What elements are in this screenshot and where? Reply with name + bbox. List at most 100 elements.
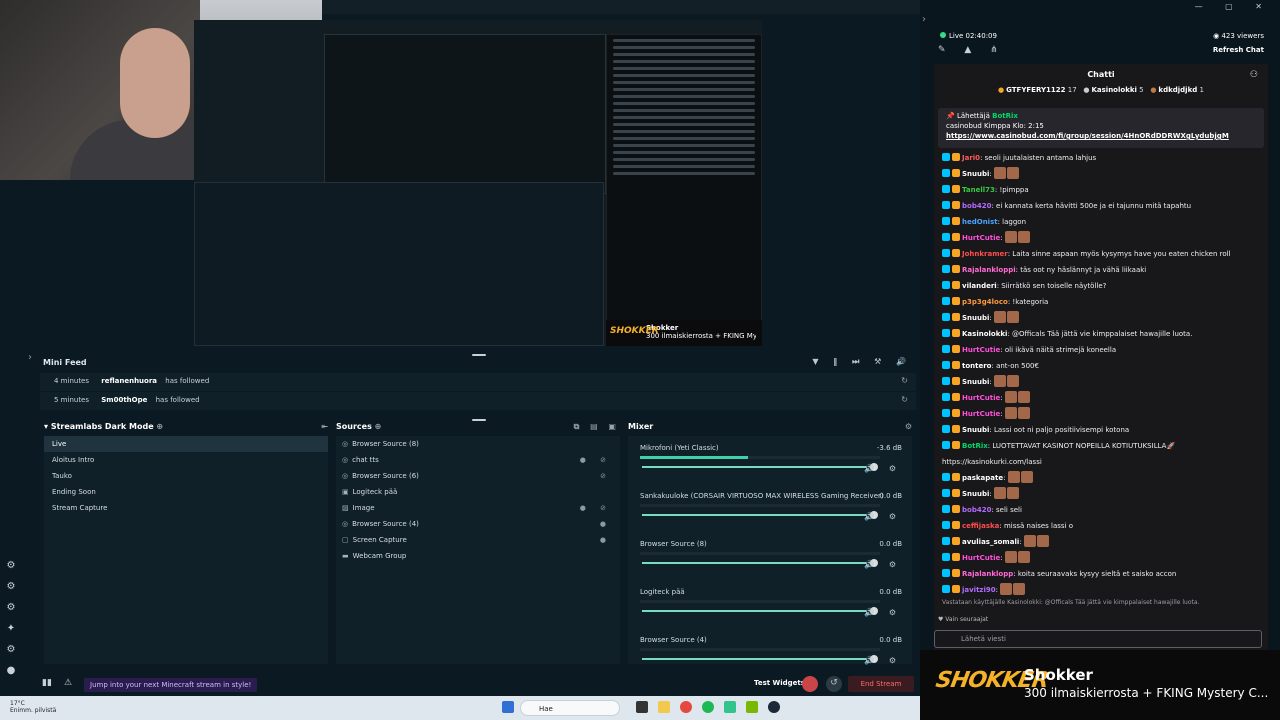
scene-item[interactable]: Live — [44, 436, 328, 452]
collapse-left-chevron-icon[interactable]: › — [28, 352, 32, 363]
chat-username[interactable]: HurtCutie — [962, 346, 1000, 354]
volume-slider[interactable] — [642, 511, 878, 519]
chat-username[interactable]: Jari0 — [962, 154, 980, 162]
chat-username[interactable]: HurtCutie — [962, 234, 1000, 242]
user-icon[interactable]: ● — [0, 665, 22, 676]
source-item[interactable]: ▬ Webcam Group — [336, 548, 620, 564]
nvidia-icon[interactable] — [746, 701, 758, 713]
alert-icon[interactable]: ⚠ — [64, 678, 72, 688]
lock-visibility-icons[interactable]: ● ⊘ — [580, 456, 612, 464]
pinned-link[interactable]: https://www.casinobud.com/fi/group/sessi… — [946, 132, 1256, 140]
source-tools-icon[interactable]: ⧉ ▤ ▣ — [574, 422, 620, 432]
chat-username[interactable]: tontero — [962, 362, 992, 370]
mute-settings-icons[interactable]: 🔊 ⚙ — [864, 656, 902, 665]
chat-username[interactable]: Snuubi — [962, 170, 989, 178]
mute-settings-icons[interactable]: 🔊 ⚙ — [864, 608, 902, 617]
source-item[interactable]: ▢ Screen Capture ● — [336, 532, 620, 548]
visibility-icon[interactable]: ⊘ — [600, 472, 612, 480]
chat-username[interactable]: Johnkramer — [962, 250, 1008, 258]
refresh-chat-button[interactable]: Refresh Chat — [1213, 46, 1264, 54]
source-item[interactable]: ◎ Browser Source (4) ● — [336, 516, 620, 532]
tool-icon-3[interactable]: ⚙ — [0, 602, 22, 613]
transition-icon[interactable]: ⇤ — [321, 422, 328, 431]
chat-tools-icons[interactable]: ✎ ▲ ⋔ — [938, 45, 1006, 55]
file-explorer-icon[interactable] — [658, 701, 670, 713]
tool-icon-1[interactable]: ⚙ — [0, 560, 22, 571]
source-item[interactable]: ◎ Browser Source (8) — [336, 436, 620, 452]
volume-slider[interactable] — [642, 655, 878, 663]
chat-username[interactable]: HurtCutie — [962, 554, 1000, 562]
scene-item[interactable]: Stream Capture — [44, 500, 328, 516]
volume-slider[interactable] — [642, 607, 878, 615]
chat-username[interactable]: HurtCutie — [962, 394, 1000, 402]
chat-username[interactable]: p3p3g4loco — [962, 298, 1008, 306]
user-list-icon[interactable]: ⚇ — [1250, 70, 1258, 80]
chat-input[interactable]: Lähetä viesti — [934, 630, 1262, 648]
chat-username[interactable]: Snuubi — [962, 490, 989, 498]
pinned-message[interactable]: 📌 Lähettäjä BotRix casinobud Kimppa Klo:… — [938, 108, 1264, 148]
chat-username[interactable]: bob420 — [962, 506, 991, 514]
chat-username[interactable]: Rajalankloppi — [962, 266, 1016, 274]
chat-username[interactable]: Snuubi — [962, 378, 989, 386]
chat-username[interactable]: hedOnist — [962, 218, 998, 226]
lock-icon[interactable]: ● — [600, 536, 612, 544]
start-icon[interactable] — [502, 701, 514, 713]
chat-username[interactable]: javitzi90 — [962, 586, 996, 594]
replay-buffer-icon[interactable]: ↺ — [826, 676, 842, 692]
record-button[interactable] — [802, 676, 818, 692]
add-source-icon[interactable]: ⊕ — [375, 422, 382, 431]
tool-icon-2[interactable]: ⚙ — [0, 581, 22, 592]
chat-username[interactable]: Snuubi — [962, 314, 989, 322]
source-item[interactable]: ◎ Browser Source (6) ⊘ — [336, 468, 620, 484]
stream-preview[interactable]: SHOKKER Shokker 300 ilmaiskierrosta + FK… — [194, 20, 762, 346]
lock-visibility-icons[interactable]: ● ⊘ — [580, 504, 612, 512]
chat-username[interactable]: avulias_somali — [962, 538, 1019, 546]
tip-banner[interactable]: Jump into your next Minecraft stream in … — [84, 678, 258, 692]
resize-handle-middle[interactable] — [472, 419, 486, 421]
weather-widget[interactable]: 17°C Enimm. pilvistä — [10, 700, 56, 714]
chat-username[interactable]: paskapate — [962, 474, 1003, 482]
stats-icon[interactable]: ▮▮ — [42, 678, 52, 688]
chat-username[interactable]: BotRix — [962, 442, 988, 450]
chat-username[interactable]: vilanderi — [962, 282, 997, 290]
mute-settings-icons[interactable]: 🔊 ⚙ — [864, 560, 902, 569]
tool-icon-4[interactable]: ✦ — [0, 623, 22, 634]
browser-icon[interactable] — [680, 701, 692, 713]
test-widgets-button[interactable]: Test Widgets — [754, 679, 805, 687]
chat-username[interactable]: Rajalanklopp — [962, 570, 1013, 578]
replay-alert-icon[interactable]: ↻ — [901, 376, 908, 385]
chat-username[interactable]: Tanell73 — [962, 186, 995, 194]
replay-alert-icon[interactable]: ↻ — [901, 395, 908, 404]
scenes-title[interactable]: Streamlabs Dark Mode — [51, 422, 154, 431]
end-stream-button[interactable]: End Stream — [848, 676, 914, 692]
window-controls[interactable]: — ▢ ✕ — [1195, 2, 1272, 11]
chat-username[interactable]: Snuubi — [962, 426, 989, 434]
steam-icon[interactable] — [768, 701, 780, 713]
spotify-icon[interactable] — [702, 701, 714, 713]
task-view-icon[interactable] — [636, 701, 648, 713]
audio-meter — [640, 456, 880, 459]
scene-item[interactable]: Ending Soon — [44, 484, 328, 500]
chat-username[interactable]: HurtCutie — [962, 410, 1000, 418]
add-scene-icon[interactable]: ⊕ — [156, 422, 163, 431]
chat-username[interactable]: ceffijaska — [962, 522, 999, 530]
scene-item[interactable]: Tauko — [44, 468, 328, 484]
volume-slider[interactable] — [642, 463, 878, 471]
scene-item[interactable]: Aloitus Intro — [44, 452, 328, 468]
mixer-settings-gear-icon[interactable]: ⚙ — [905, 422, 912, 431]
chat-username[interactable]: bob420 — [962, 202, 991, 210]
volume-slider[interactable] — [642, 559, 878, 567]
source-item[interactable]: ▨ Image ● ⊘ — [336, 500, 620, 516]
mute-settings-icons[interactable]: 🔊 ⚙ — [864, 512, 902, 521]
chat-username[interactable]: Kasinolokki — [962, 330, 1007, 338]
mini-feed-tools[interactable]: ▼ ‖ ⏭ ⚒ 🔊 — [812, 357, 912, 367]
mute-settings-icons[interactable]: 🔊 ⚙ — [864, 464, 902, 473]
source-item[interactable]: ▣ Logiteck pää — [336, 484, 620, 500]
streamlabs-icon[interactable] — [724, 701, 736, 713]
lock-icon[interactable]: ● — [600, 520, 612, 528]
settings-gear-icon[interactable]: ⚙ — [0, 644, 22, 655]
chevron-down-icon[interactable]: ▾ — [44, 422, 48, 431]
source-item[interactable]: ◎ chat tts ● ⊘ — [336, 452, 620, 468]
collapse-right-chevron-icon[interactable]: › — [922, 14, 926, 25]
taskbar-search[interactable]: Hae — [520, 700, 620, 716]
